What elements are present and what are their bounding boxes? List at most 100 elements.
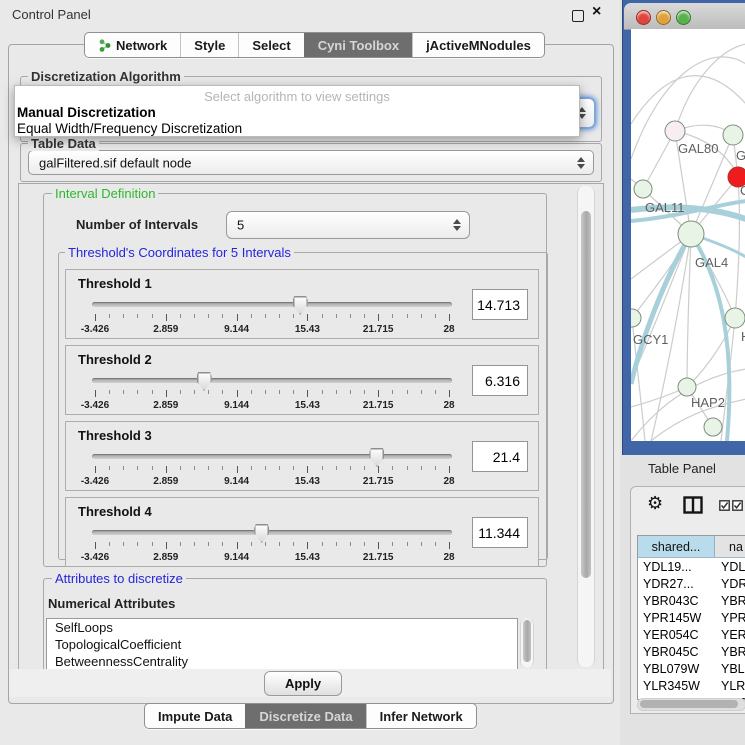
network-node[interactable] (704, 418, 722, 436)
network-edge[interactable] (735, 177, 739, 318)
network-node-label: H (741, 329, 745, 344)
network-canvas[interactable]: GAL80GCGAL11GAL4GCY1HHAP2 (631, 29, 745, 441)
tab-select[interactable]: Select (238, 33, 303, 57)
tick-label: 9.144 (215, 400, 259, 411)
network-edge[interactable] (675, 44, 745, 131)
combo-arrows-icon[interactable] (577, 157, 585, 169)
close-traffic-light[interactable] (636, 10, 651, 25)
column-header-name[interactable]: na (715, 536, 745, 557)
cell-shared-name[interactable]: YLR345W (638, 679, 714, 693)
table-row[interactable]: YER054CYER0 (638, 626, 745, 643)
panel-title: Control Panel (12, 7, 91, 22)
threshold-label: Threshold 1 (78, 276, 152, 291)
node-attribute-table: shared... na YDL19...YDL1YDR27...YDR2YBR… (637, 535, 745, 700)
cell-name[interactable]: YDR2 (714, 577, 745, 591)
cell-name[interactable]: YDL1 (714, 560, 745, 574)
selection-mode-icons[interactable] (719, 500, 743, 511)
gear-icon[interactable]: ⚙ (647, 495, 663, 513)
zoom-traffic-light[interactable] (676, 10, 691, 25)
network-window-titlebar[interactable] (624, 3, 745, 30)
float-window-icon[interactable] (572, 10, 584, 22)
minimize-traffic-light[interactable] (656, 10, 671, 25)
cell-shared-name[interactable]: YBL079W (638, 662, 714, 676)
cell-name[interactable]: YBR0 (714, 645, 745, 659)
cell-name[interactable]: YLR3 (714, 679, 745, 693)
network-node[interactable] (634, 180, 652, 198)
table-row[interactable]: YBR043CYBR0 (638, 592, 745, 609)
column-header-shared-name[interactable]: shared... (638, 536, 715, 557)
table-row[interactable]: YBL079WYBL0 (638, 660, 745, 677)
threshold-slider-track[interactable] (92, 530, 452, 535)
apply-button[interactable]: Apply (264, 671, 342, 696)
network-node[interactable] (723, 125, 743, 145)
table-panel-title: Table Panel (648, 461, 716, 476)
threshold-slider-track[interactable] (92, 378, 452, 383)
cell-shared-name[interactable]: YBR043C (638, 594, 714, 608)
threshold-slider-thumb[interactable] (254, 524, 269, 543)
table-data-combobox[interactable]: galFiltered.sif default node (28, 150, 594, 175)
tab-impute-data[interactable]: Impute Data (145, 704, 245, 728)
number-of-intervals-spinner[interactable]: 5 (226, 211, 470, 239)
network-node[interactable] (631, 309, 641, 327)
cell-name[interactable]: YER0 (714, 628, 745, 642)
table-row[interactable]: YPR145WYPR1 (638, 609, 745, 626)
threshold-value-field[interactable]: 14.713 (472, 289, 528, 320)
table-row[interactable]: YLR345WYLR3 (638, 677, 745, 694)
tab-jactivemnodules[interactable]: jActiveMNodules (412, 33, 544, 57)
slider-ticks: -3.4262.8599.14415.4321.71528 (95, 542, 449, 566)
cell-name[interactable]: YPR1 (714, 611, 745, 625)
threshold-slider-track[interactable] (92, 454, 452, 459)
dropdown-option-manual-discretization[interactable]: Manual Discretization (17, 105, 156, 120)
dropdown-placeholder: Select algorithm to view settings (15, 89, 579, 104)
cell-name[interactable]: YBR0 (714, 594, 745, 608)
attribute-item-topologicalcoefficient[interactable]: TopologicalCoefficient (47, 636, 517, 653)
network-node[interactable] (678, 221, 704, 247)
network-node-label: GAL80 (678, 141, 718, 156)
threshold-slider-thumb[interactable] (369, 448, 384, 467)
threshold-value-field[interactable]: 11.344 (472, 517, 528, 548)
tick-label: -3.426 (73, 476, 117, 487)
numerical-attributes-label: Numerical Attributes (48, 596, 175, 611)
tab-discretize-data[interactable]: Discretize Data (245, 704, 365, 728)
close-icon[interactable]: × (592, 3, 601, 21)
tab-style[interactable]: Style (180, 33, 238, 57)
table-horizontal-scrollbar[interactable] (637, 698, 745, 711)
dropdown-option-equal-width-frequency-discretization[interactable]: Equal Width/Frequency Discretization (17, 121, 242, 136)
table-data-title: Table Data (28, 136, 99, 151)
tab-network[interactable]: Network (85, 33, 180, 57)
spinner-arrows-icon[interactable] (453, 219, 461, 231)
settings-scrollbar[interactable] (577, 186, 595, 667)
cell-shared-name[interactable]: YBR045C (638, 645, 714, 659)
table-row[interactable]: YDL19...YDL1 (638, 558, 745, 575)
tick-label: 15.43 (285, 400, 329, 411)
tab-cyni-toolbox[interactable]: Cyni Toolbox (304, 33, 412, 57)
bottom-tab-bar: Impute DataDiscretize DataInfer Network (144, 703, 477, 729)
attribute-item-selfloops[interactable]: SelfLoops (47, 619, 517, 636)
table-row[interactable]: YDR27...YDR2 (638, 575, 745, 592)
threshold-slider-thumb[interactable] (293, 296, 308, 315)
network-node[interactable] (678, 378, 696, 396)
tab-infer-network[interactable]: Infer Network (366, 704, 476, 728)
tick-label: 21.715 (356, 552, 400, 563)
threshold-value-field[interactable]: 21.4 (472, 441, 528, 472)
tick-label: -3.426 (73, 324, 117, 335)
cell-name[interactable]: YBL0 (714, 662, 745, 676)
tick-label: 15.43 (285, 476, 329, 487)
network-node[interactable] (665, 121, 685, 141)
network-node[interactable] (725, 308, 745, 328)
threshold-slider-track[interactable] (92, 302, 452, 307)
cell-shared-name[interactable]: YDR27... (638, 577, 714, 591)
tick-label: 15.43 (285, 552, 329, 563)
cell-shared-name[interactable]: YER054C (638, 628, 714, 642)
cell-shared-name[interactable]: YDL19... (638, 560, 714, 574)
table-panel: ⚙ shared... na YDL19...YDL1YDR27...YDR2Y… (630, 486, 745, 714)
threshold-slider-thumb[interactable] (197, 372, 212, 391)
tick-label: 28 (427, 476, 471, 487)
attribute-item-betweennesscentrality[interactable]: BetweennessCentrality (47, 653, 517, 670)
attributes-list-scrollbar[interactable] (520, 618, 534, 668)
table-row[interactable]: YBR045CYBR0 (638, 643, 745, 660)
split-columns-icon[interactable] (683, 496, 703, 517)
cell-shared-name[interactable]: YPR145W (638, 611, 714, 625)
threshold-value-field[interactable]: 6.316 (472, 365, 528, 396)
numerical-attributes-list[interactable]: SelfLoopsTopologicalCoefficientBetweenne… (46, 618, 518, 670)
